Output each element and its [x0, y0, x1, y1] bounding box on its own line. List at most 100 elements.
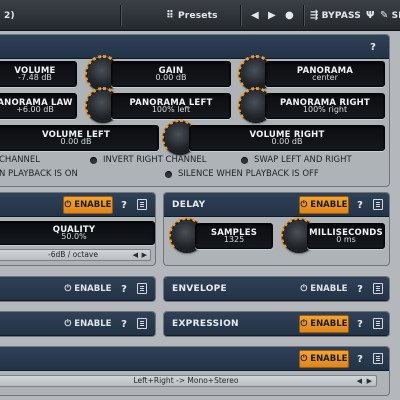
filter-help-button[interactable]: ? — [116, 196, 132, 214]
playback-off-option[interactable]: SILENCE WHEN PLAYBACK IS OFF — [165, 169, 319, 179]
swap-label: SWAP LEFT AND RIGHT — [254, 155, 352, 165]
slope-dropdown[interactable]: -6dB / octave ◀ ▶ — [0, 249, 151, 261]
panorama-left-display[interactable]: PANORAMA LEFT 100% left — [111, 93, 231, 119]
volume-right-display[interactable]: VOLUME RIGHT 0.00 dB — [189, 125, 385, 151]
left-mid-menu-icon[interactable] — [137, 283, 147, 294]
dice-icon: ● — [285, 10, 294, 21]
invert-left-option[interactable]: CHANNEL — [0, 155, 40, 165]
expression-title: EXPRESSION — [172, 319, 239, 329]
delay-menu-icon[interactable] — [373, 199, 383, 210]
playback-on-label: N PLAYBACK IS ON — [0, 169, 78, 179]
panorama-law-value: +6.00 dB — [16, 105, 54, 114]
invert-right-label: INVERT RIGHT CHANNEL — [103, 155, 207, 165]
left-low-menu-icon[interactable] — [137, 318, 147, 329]
wrench-icon: ✎ — [380, 10, 389, 21]
delay-module: DELAY ⏻ ENABLE ? SAMPLES 1325 MILLISECON… — [163, 192, 390, 266]
triangle-right-icon: ▶ — [268, 10, 276, 21]
filter-enable-label: ENABLE — [74, 200, 112, 210]
gain-display[interactable]: GAIN 0.00 dB — [111, 61, 231, 87]
samples-display[interactable]: SAMPLES 1325 — [195, 223, 273, 249]
main-panel: ? VOLUME -7.48 dB GAIN 0.00 dB PANORAMA … — [0, 34, 390, 187]
left-low-help-button[interactable]: ? — [116, 315, 132, 333]
random-preset-button[interactable]: ● — [285, 0, 294, 31]
toolbar-divider — [120, 5, 121, 26]
volume-left-value: 0.00 dB — [60, 137, 92, 146]
delay-enable-label: ENABLE — [310, 200, 348, 210]
toolbar-divider — [240, 5, 241, 26]
bottom-help-button[interactable]: ? — [352, 350, 368, 368]
bypass-icon: ⇶ — [310, 10, 319, 21]
delay-enable-button[interactable]: ⏻ ENABLE — [299, 196, 349, 214]
envelope-title: ENVELOPE — [172, 284, 228, 294]
left-low-header: ⏻ ENABLE ? — [0, 312, 155, 336]
triangle-left-icon[interactable]: ◀ — [133, 250, 138, 260]
expression-header: EXPRESSION ⏻ ENABLE ? — [164, 312, 389, 336]
triangle-left-icon[interactable]: ◀ — [357, 376, 362, 386]
presets-label: Presets — [178, 10, 218, 21]
envelope-help-button[interactable]: ? — [352, 280, 368, 298]
triangle-right-icon[interactable]: ▶ — [142, 250, 147, 260]
volume-left-display[interactable]: VOLUME LEFT 0.00 dB — [0, 125, 159, 151]
quality-display[interactable]: QUALITY 50.0% — [0, 221, 155, 245]
toggle-dot-icon — [90, 156, 97, 164]
toolbar-divider — [303, 5, 304, 26]
filter-menu-icon[interactable] — [137, 199, 147, 210]
envelope-header: ENVELOPE ⏻ ENABLE ? — [164, 277, 389, 301]
panorama-right-display[interactable]: PANORAMA RIGHT 100% right — [265, 93, 385, 119]
bottom-enable-label: ENABLE — [310, 354, 348, 364]
milliseconds-display[interactable]: MILLISECONDS 0 ms — [307, 223, 385, 249]
panorama-display[interactable]: PANORAMA center — [265, 61, 385, 87]
settings-label: SE — [391, 10, 400, 21]
bottom-module: ⏻ ENABLE ? Left+Right -> Mono+Stereo ◀ ▶ — [0, 346, 390, 396]
playback-on-option[interactable]: N PLAYBACK IS ON — [0, 169, 78, 179]
triangle-right-icon[interactable]: ▶ — [367, 376, 372, 386]
mode-dropdown[interactable]: Left+Right -> Mono+Stereo ◀ ▶ — [0, 375, 377, 387]
quality-value: 50.0% — [61, 232, 87, 241]
left-low-enable-button[interactable]: ⏻ ENABLE — [63, 315, 113, 333]
volume-right-value: 0.00 dB — [271, 137, 303, 146]
left-low-enable-label: ENABLE — [74, 319, 112, 329]
mode-value: Left+Right -> Mono+Stereo — [133, 376, 239, 385]
left-mid-enable-button[interactable]: ⏻ ENABLE — [63, 280, 113, 298]
envelope-enable-button[interactable]: ⏻ ENABLE — [299, 280, 349, 298]
left-mid-header: ⏻ ENABLE ? — [0, 277, 155, 301]
bottom-menu-icon[interactable] — [373, 353, 383, 364]
panorama-law-display[interactable]: ANORAMA LAW +6.00 dB — [0, 93, 77, 119]
tuning-button[interactable]: Ψ — [366, 0, 375, 31]
envelope-enable-label: ENABLE — [310, 284, 348, 294]
power-icon: ⏻ — [300, 200, 308, 210]
bypass-button[interactable]: ⇶ BYPASS — [310, 0, 361, 31]
envelope-menu-icon[interactable] — [373, 283, 383, 294]
invert-right-option[interactable]: INVERT RIGHT CHANNEL — [90, 155, 206, 165]
swap-option[interactable]: SWAP LEFT AND RIGHT — [241, 155, 352, 165]
panorama-right-value: 100% right — [302, 105, 348, 114]
expression-enable-button[interactable]: ⏻ ENABLE — [299, 315, 349, 333]
gain-value: 0.00 dB — [155, 73, 187, 82]
power-icon: ⏻ — [300, 354, 308, 364]
expression-menu-icon[interactable] — [373, 318, 383, 329]
volume-display[interactable]: VOLUME -7.48 dB — [0, 61, 77, 87]
toggle-dot-icon — [165, 170, 172, 178]
power-icon: ⏻ — [300, 284, 308, 294]
bottom-enable-button[interactable]: ⏻ ENABLE — [299, 350, 349, 368]
power-icon: ⏻ — [64, 284, 72, 294]
volume-value: -7.48 dB — [18, 73, 52, 82]
presets-button[interactable]: ⠿ Presets — [166, 0, 218, 31]
main-panel-header: ? — [0, 35, 389, 59]
main-help-button[interactable]: ? — [365, 38, 381, 56]
delay-help-button[interactable]: ? — [352, 196, 368, 214]
left-mid-module: ⏻ ENABLE ? — [0, 276, 156, 302]
milliseconds-value: 0 ms — [336, 235, 356, 244]
left-mid-help-button[interactable]: ? — [116, 280, 132, 298]
panorama-left-value: 100% left — [151, 105, 191, 114]
settings-button[interactable]: ✎ SE — [380, 0, 400, 31]
expression-help-button[interactable]: ? — [352, 315, 368, 333]
filter-enable-button[interactable]: ⏻ ENABLE — [63, 196, 113, 214]
triangle-left-icon: ◀ — [251, 10, 259, 21]
expression-module: EXPRESSION ⏻ ENABLE ? — [163, 311, 390, 337]
next-preset-button[interactable]: ▶ — [268, 0, 276, 31]
delay-header: DELAY ⏻ ENABLE ? — [164, 193, 389, 217]
toolbar-left-label: 2) — [4, 10, 15, 21]
prev-preset-button[interactable]: ◀ — [251, 0, 259, 31]
power-icon: ⏻ — [300, 319, 308, 329]
